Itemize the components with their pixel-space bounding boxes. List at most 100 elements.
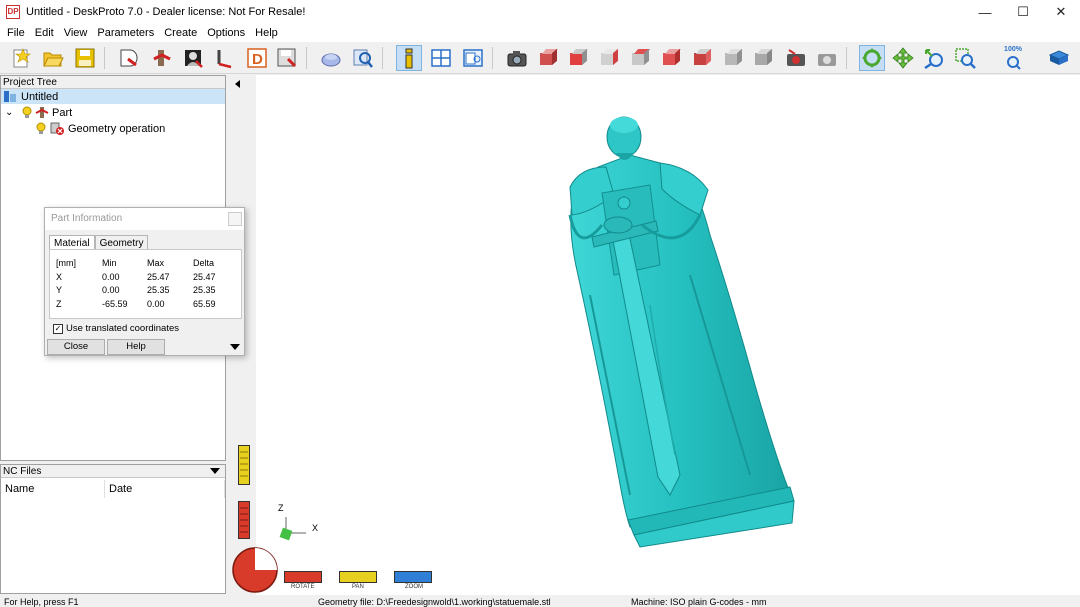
tree-item-untitled[interactable]: Untitled — [1, 89, 225, 104]
row-x-delta: 25.47 — [193, 272, 216, 282]
tilt-control-pan[interactable] — [238, 445, 250, 485]
cube-right-icon — [663, 48, 682, 67]
translated-coords-option: ✓ Use translated coordinates — [53, 323, 179, 334]
ridged-slider-icon — [240, 451, 248, 477]
row-y-delta: 25.35 — [193, 285, 216, 295]
dialog-title-bar[interactable]: Part Information — [45, 208, 244, 230]
zoom-control[interactable] — [394, 571, 432, 583]
part-statue-icon — [153, 50, 171, 66]
dialog-title: Part Information — [51, 213, 123, 224]
restore-view-button[interactable] — [814, 45, 840, 71]
row-x-min: 0.00 — [102, 272, 120, 282]
translated-coords-checkbox[interactable]: ✓ — [53, 323, 63, 334]
maximize-button[interactable]: ☐ — [1004, 0, 1042, 24]
simulation-button[interactable] — [318, 45, 344, 71]
view-reset-button[interactable] — [751, 45, 777, 71]
column-header-name[interactable]: Name — [1, 480, 105, 498]
tree-item-part[interactable]: ⌄ Part — [5, 105, 72, 120]
preview-button[interactable] — [350, 45, 376, 71]
view-settings-button[interactable] — [460, 45, 486, 71]
collapse-arrow-icon[interactable] — [233, 79, 243, 89]
zoom-window-button[interactable] — [952, 45, 978, 71]
dialog-expand-arrow-icon[interactable] — [229, 342, 241, 352]
row-x-max: 25.47 — [147, 272, 170, 282]
dimensions-table: [mm] Min Max Delta X 0.00 25.47 25.47 Y … — [49, 249, 242, 319]
menu-create[interactable]: Create — [159, 27, 202, 39]
d-operation-button[interactable]: D — [244, 45, 270, 71]
zoom-in-button[interactable] — [921, 45, 947, 71]
vector-button[interactable] — [212, 45, 238, 71]
zoom-fit-icon — [1007, 56, 1021, 70]
3d-viewport[interactable]: Z X — [230, 75, 1080, 595]
tree-expand-icon[interactable]: ⌄ — [5, 107, 17, 118]
part-info-button[interactable] — [396, 45, 422, 71]
d-letter-icon: D — [247, 48, 267, 68]
view-left-button[interactable] — [628, 45, 654, 71]
part-icon — [35, 107, 49, 118]
rotate-mode-button[interactable] — [859, 45, 885, 71]
zoom-100-button[interactable]: 100% — [1000, 45, 1026, 71]
save-disk-icon — [75, 48, 95, 68]
simulation-bar-icon — [321, 53, 341, 67]
pan-control-label: PAN — [352, 584, 364, 590]
lightbulb-icon[interactable] — [21, 106, 33, 119]
operation-error-icon — [50, 122, 64, 135]
cube-top-icon — [694, 48, 713, 67]
save-ncfile-button[interactable] — [274, 45, 300, 71]
new-project-button[interactable] — [8, 45, 34, 71]
rotate-wheel-icon[interactable] — [231, 546, 279, 594]
close-window-button[interactable]: ✕ — [1042, 0, 1080, 24]
record-view-button[interactable] — [783, 45, 809, 71]
minimize-button[interactable]: — — [966, 0, 1004, 24]
nc-files-panel: NC Files Name Date — [0, 464, 226, 594]
row-x-label: X — [56, 272, 63, 282]
menu-view[interactable]: View — [59, 27, 93, 39]
menu-file[interactable]: File — [2, 27, 30, 39]
status-machine: Machine: ISO plain G-codes - mm — [631, 597, 767, 607]
cube-grey-icon — [755, 48, 774, 67]
app-logo-icon: DP — [6, 5, 20, 19]
open-project-button[interactable] — [40, 45, 66, 71]
row-y-min: 0.00 — [102, 285, 120, 295]
dialog-close-icon[interactable] — [228, 212, 242, 226]
save-nc-icon — [277, 48, 297, 68]
view-top-button[interactable] — [690, 45, 716, 71]
pan-arrows-icon — [892, 47, 914, 69]
tilt-control-rotate[interactable] — [238, 501, 250, 539]
help-button[interactable]: Help — [107, 339, 165, 355]
close-button[interactable]: Close — [47, 339, 105, 355]
view-front-button[interactable] — [566, 45, 592, 71]
tree-item-geometry-operation[interactable]: Geometry operation — [35, 121, 165, 136]
pan-mode-button[interactable] — [890, 45, 916, 71]
menu-help[interactable]: Help — [250, 27, 283, 39]
screenshot-button[interactable] — [504, 45, 530, 71]
help-book-button[interactable] — [1046, 45, 1072, 71]
dropdown-arrow-icon[interactable] — [209, 466, 221, 476]
menu-parameters[interactable]: Parameters — [92, 27, 159, 39]
load-geometry-button[interactable] — [116, 45, 142, 71]
view-isometric-button[interactable] — [536, 45, 562, 71]
camera-icon — [507, 51, 527, 67]
part-parameters-button[interactable] — [148, 45, 174, 71]
pan-control[interactable] — [339, 571, 377, 583]
view-bottom-button[interactable] — [721, 45, 747, 71]
translated-coords-label: Use translated coordinates — [66, 323, 180, 334]
project-icon — [4, 91, 16, 102]
row-z-max: 0.00 — [147, 299, 165, 309]
rotate-control[interactable] — [284, 571, 322, 583]
camera-record-icon — [787, 49, 805, 66]
tree-label-untitled: Untitled — [21, 90, 59, 103]
menu-options[interactable]: Options — [202, 27, 250, 39]
view-right-button[interactable] — [659, 45, 685, 71]
viewport-canvas[interactable] — [230, 75, 1080, 595]
window-controls: — ☐ ✕ — [966, 0, 1080, 24]
column-header-date[interactable]: Date — [105, 480, 225, 498]
save-project-button[interactable] — [72, 45, 98, 71]
view-back-button[interactable] — [597, 45, 623, 71]
tree-label-geometry-operation: Geometry operation — [68, 122, 166, 135]
lightbulb-icon[interactable] — [35, 122, 47, 135]
bitmap-button[interactable] — [180, 45, 206, 71]
layout-button[interactable] — [428, 45, 454, 71]
part-information-dialog: Part Information Material Geometry [mm] … — [44, 207, 245, 356]
menu-edit[interactable]: Edit — [30, 27, 59, 39]
